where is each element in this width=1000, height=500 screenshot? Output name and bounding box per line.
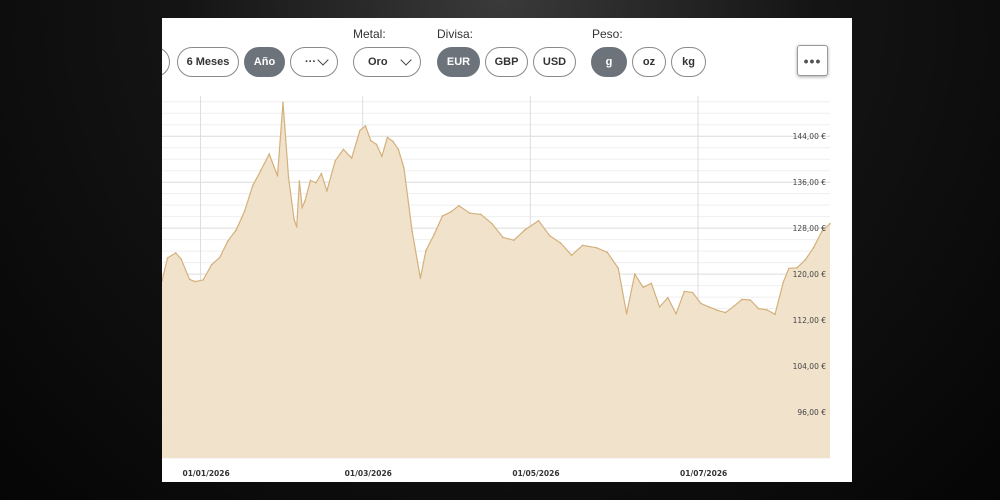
data-point-41 [425,249,427,252]
data-point-37 [397,148,400,151]
data-point-58 [606,251,609,254]
data-point-68 [691,291,694,294]
data-point-39 [411,230,413,233]
data-point-4 [188,278,191,281]
data-point-73 [733,305,735,308]
data-point-61 [634,273,636,275]
data-point-75 [749,299,752,301]
data-point-36 [392,140,394,143]
y-tick-label: 112,00 € [793,316,827,325]
data-point-65 [667,296,669,299]
data-point-72 [724,311,727,314]
x-tick-label: 01/07/2026 [680,469,727,478]
data-point-79 [782,281,785,284]
data-point-51 [524,229,526,231]
data-point-15 [276,175,279,177]
data-point-76 [757,307,760,310]
data-point-31 [364,125,367,127]
data-point-43 [441,215,444,217]
data-point-5 [194,280,196,283]
data-point-17 [287,176,290,178]
data-point-62 [642,286,644,289]
data-point-85 [829,222,831,225]
y-tick-label: 128,00 € [793,224,827,233]
gold-price-chart-panel: 6 Meses Año ··· Metal: Oro Divisa: EUR G… [162,18,852,482]
data-point-55 [570,254,573,256]
data-point-11 [243,210,246,213]
data-point-54 [559,242,562,244]
data-point-6 [202,279,204,281]
x-tick-label: 01/05/2026 [512,469,559,478]
data-point-80 [788,267,790,270]
data-point-74 [741,298,743,301]
data-point-48 [491,222,493,225]
data-point-45 [458,204,460,207]
data-point-81 [796,267,798,269]
data-point-26 [326,190,328,192]
data-point-35 [386,136,389,139]
data-point-34 [381,155,383,158]
data-point-12 [251,184,254,187]
data-point-53 [548,234,551,237]
data-point-42 [433,233,435,236]
data-point-49 [502,236,504,239]
data-point-27 [334,160,336,162]
data-point-57 [595,246,598,249]
data-point-71 [716,309,719,312]
data-point-25 [320,172,323,175]
data-point-28 [342,148,345,151]
data-point-83 [812,246,815,249]
data-point-67 [683,290,686,293]
data-point-29 [350,157,353,159]
data-point-1 [166,257,169,259]
y-tick-label: 96,00 € [797,408,826,417]
data-point-66 [675,313,677,315]
y-tick-label: 144,00 € [793,132,827,141]
data-point-32 [370,140,372,142]
data-point-9 [227,240,229,242]
data-point-20 [298,180,301,182]
data-point-10 [235,229,237,231]
data-point-19 [295,226,298,228]
data-point-77 [766,309,768,311]
data-point-38 [403,167,405,169]
price-area-chart: 96,00 € 104,00 € 112,00 € 120,00 € 128,00 € 1… [162,96,831,478]
data-point-8 [218,256,221,259]
data-point-60 [625,313,628,315]
data-point-33 [375,143,378,146]
data-point-21 [301,206,303,209]
data-point-47 [480,213,482,216]
x-tick-label: 01/03/2026 [345,469,392,478]
data-point-7 [210,264,213,266]
data-point-63 [650,282,653,285]
data-point-18 [293,218,295,220]
y-tick-label: 120,00 € [793,270,827,279]
data-point-46 [469,212,471,214]
data-point-2 [174,252,177,254]
price-area-fill [162,102,830,459]
data-point-70 [708,306,710,308]
data-point-50 [513,239,515,241]
x-tick-label: 01/01/2026 [182,469,229,478]
data-point-22 [304,200,306,202]
data-point-14 [268,153,270,155]
data-point-82 [804,259,807,261]
data-point-30 [359,129,361,132]
data-point-40 [419,277,422,279]
data-point-56 [581,244,584,247]
data-point-59 [617,267,620,270]
data-point-69 [700,302,702,305]
data-point-44 [449,211,452,213]
data-point-3 [180,258,182,260]
data-point-64 [658,306,661,308]
y-tick-label: 136,00 € [793,178,827,187]
data-point-78 [774,313,776,316]
y-tick-label: 104,00 € [793,362,827,371]
data-point-16 [282,101,284,104]
data-point-24 [315,182,317,184]
data-point-23 [309,179,312,182]
data-point-13 [260,169,262,171]
data-point-52 [537,219,540,222]
